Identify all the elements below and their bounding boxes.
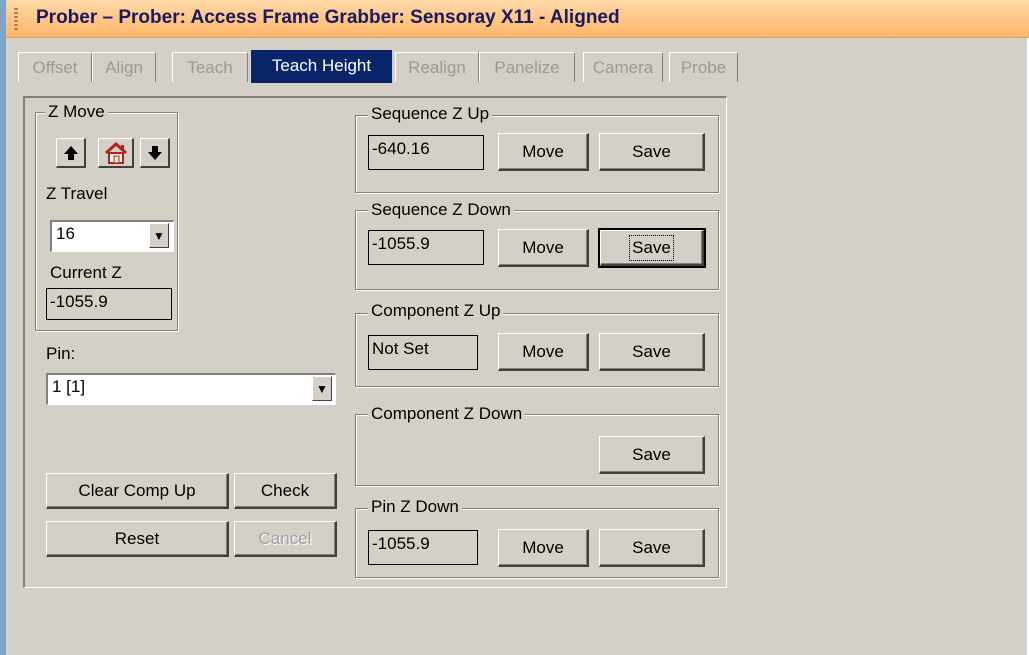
pin-label: Pin: — [46, 344, 76, 363]
move-label: Move — [522, 341, 564, 361]
move-label: Move — [522, 237, 564, 257]
current-z-field: -1055.9 — [46, 288, 172, 320]
tab-realign[interactable]: Realign — [395, 52, 479, 82]
tab-teach[interactable]: Teach — [172, 52, 248, 82]
z-travel-dropdown-button[interactable]: ▼ — [149, 223, 169, 248]
z-move-title: Z Move — [45, 102, 108, 122]
sequence-z-up-save-button[interactable]: Save — [599, 133, 705, 171]
chevron-down-icon: ▼ — [316, 381, 328, 396]
home-icon — [104, 141, 127, 164]
chevron-down-icon: ▼ — [153, 228, 165, 243]
save-label: Save — [632, 444, 671, 464]
pin-value: 1 [1] — [52, 377, 86, 396]
tab-offset[interactable]: Offset — [18, 52, 92, 82]
move-label: Move — [522, 537, 564, 557]
component-z-up-field: Not Set — [368, 335, 478, 370]
save-label: Save — [632, 537, 671, 557]
pin-z-down-move-button[interactable]: Move — [498, 529, 589, 567]
save-label: Save — [632, 341, 671, 361]
sequence-z-down-move-button[interactable]: Move — [498, 229, 589, 267]
move-label: Move — [522, 141, 564, 161]
sequence-z-up-title: Sequence Z Up — [368, 104, 493, 124]
grip-handle-icon[interactable] — [14, 8, 18, 30]
z-home-button[interactable] — [98, 138, 134, 168]
sequence-z-up-move-button[interactable]: Move — [498, 133, 589, 171]
component-z-down-save-button[interactable]: Save — [599, 436, 705, 474]
z-travel-label: Z Travel — [46, 184, 108, 203]
window-left-edge — [0, 0, 6, 655]
sequence-z-up-field: -640.16 — [368, 135, 484, 170]
cancel-label: Cancel — [258, 528, 312, 548]
z-travel-value: 16 — [56, 224, 75, 243]
pin-z-down-save-button[interactable]: Save — [599, 529, 705, 567]
tab-panelize[interactable]: Panelize — [479, 52, 575, 82]
component-z-down-title: Component Z Down — [368, 404, 526, 424]
cancel-button[interactable]: Cancel — [234, 521, 337, 557]
pin-select[interactable]: 1 [1] — [46, 373, 336, 405]
z-down-button[interactable] — [140, 138, 170, 168]
tab-teach-height[interactable]: Teach Height — [251, 50, 392, 83]
sequence-z-down-save-button[interactable]: Save — [598, 228, 706, 268]
sequence-z-down-title: Sequence Z Down — [368, 200, 514, 220]
check-label: Check — [260, 480, 310, 500]
sequence-z-down-field: -1055.9 — [368, 230, 484, 265]
pin-z-down-title: Pin Z Down — [368, 497, 462, 517]
component-z-up-title: Component Z Up — [368, 301, 504, 321]
pin-dropdown-button[interactable]: ▼ — [312, 376, 332, 401]
component-z-up-save-button[interactable]: Save — [599, 333, 705, 371]
tab-camera[interactable]: Camera — [583, 52, 663, 82]
clear-comp-up-label: Clear Comp Up — [78, 480, 196, 500]
reset-label: Reset — [114, 528, 160, 548]
reset-button[interactable]: Reset — [46, 521, 229, 557]
save-label: Save — [632, 141, 671, 161]
z-up-button[interactable] — [56, 138, 86, 168]
pin-z-down-field: -1055.9 — [368, 530, 478, 565]
component-z-up-move-button[interactable]: Move — [498, 333, 589, 371]
clear-comp-up-button[interactable]: Clear Comp Up — [46, 473, 229, 509]
current-z-label: Current Z — [50, 263, 122, 282]
check-button[interactable]: Check — [234, 473, 337, 509]
arrow-up-icon — [63, 145, 78, 160]
tab-probe[interactable]: Probe — [669, 52, 738, 82]
arrow-down-icon — [147, 145, 162, 160]
tab-align[interactable]: Align — [92, 52, 156, 82]
window-title: Prober – Prober: Access Frame Grabber: S… — [36, 7, 620, 28]
save-label: Save — [629, 234, 674, 261]
title-bar[interactable]: Prober – Prober: Access Frame Grabber: S… — [6, 0, 1029, 38]
